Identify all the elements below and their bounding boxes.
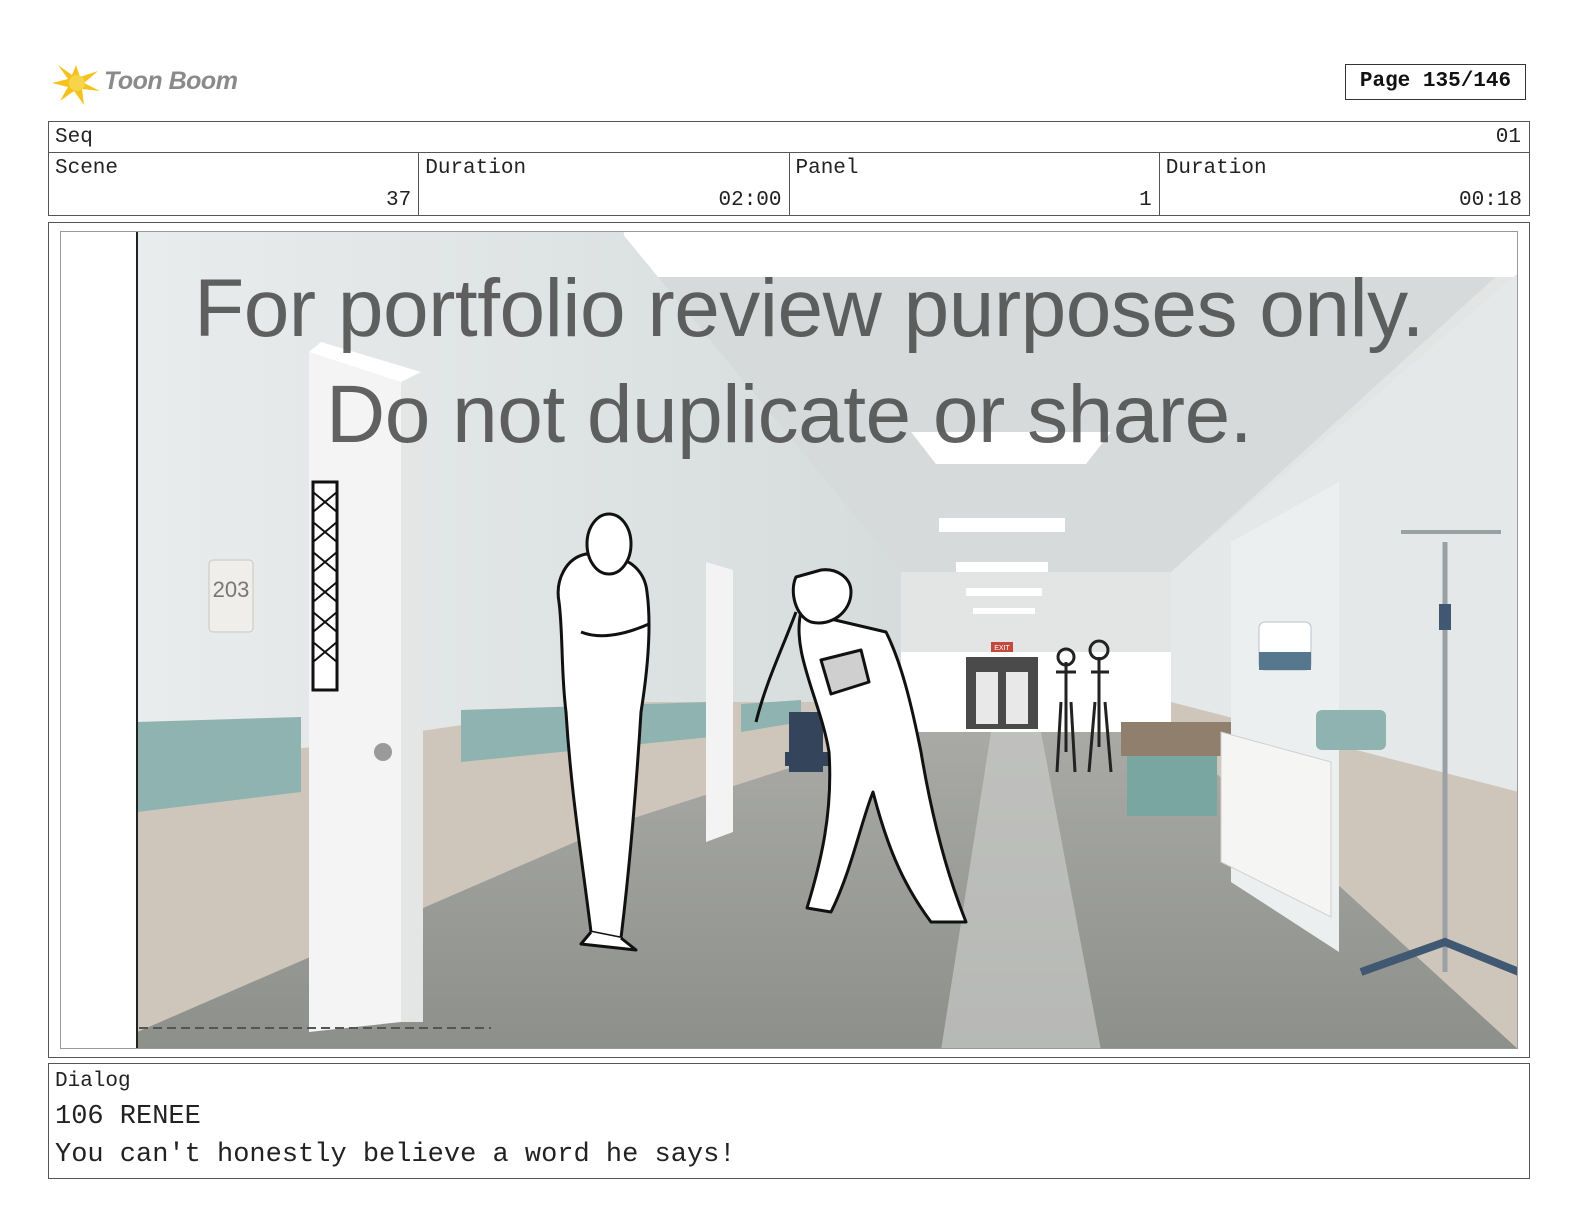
- seq-value: 01: [1495, 126, 1521, 149]
- panel-cell: Panel 1: [790, 153, 1160, 215]
- scene-duration-cell: Duration 02:00: [419, 153, 790, 215]
- panel-value: 1: [1139, 189, 1152, 212]
- dialog-label: Dialog: [55, 1070, 131, 1093]
- scene-label: Scene: [55, 157, 119, 180]
- page-number: Page 135/146: [1345, 64, 1526, 100]
- dialog-box: Dialog 106 RENEE You can't honestly beli…: [48, 1063, 1530, 1179]
- room-number-text: 203: [213, 577, 250, 602]
- watermark-line-2: Do not duplicate or share.: [326, 369, 1253, 460]
- scene-duration-value: 02:00: [718, 189, 782, 212]
- dialog-speaker: 106 RENEE: [55, 1102, 201, 1132]
- panel-duration-label: Duration: [1165, 157, 1267, 180]
- scene-cell: Scene 37: [49, 153, 420, 215]
- panel-label: Panel: [795, 157, 859, 180]
- logo-text: Toon Boom: [104, 67, 238, 95]
- info-row: Scene 37 Duration 02:00 Panel 1 Duration…: [48, 152, 1530, 216]
- storyboard-panel: EXIT 203 For portfolio review purposes o…: [48, 222, 1530, 1058]
- scene-value: 37: [386, 189, 412, 212]
- panel-duration-cell: Duration 00:18: [1160, 153, 1529, 215]
- panel-frame: EXIT 203 For portfolio review purposes o…: [60, 231, 1518, 1049]
- dialog-line: You can't honestly believe a word he say…: [55, 1140, 736, 1170]
- toon-boom-logo: Toon Boom: [50, 55, 250, 111]
- starburst-logo-icon: [52, 65, 100, 105]
- seq-row: Seq 01: [48, 121, 1530, 153]
- watermark-line-1: For portfolio review purposes only.: [194, 263, 1424, 354]
- seq-label: Seq: [55, 126, 93, 149]
- panel-duration-value: 00:18: [1458, 189, 1522, 212]
- scene-duration-label: Duration: [425, 157, 527, 180]
- exit-sign-text: EXIT: [994, 645, 1010, 652]
